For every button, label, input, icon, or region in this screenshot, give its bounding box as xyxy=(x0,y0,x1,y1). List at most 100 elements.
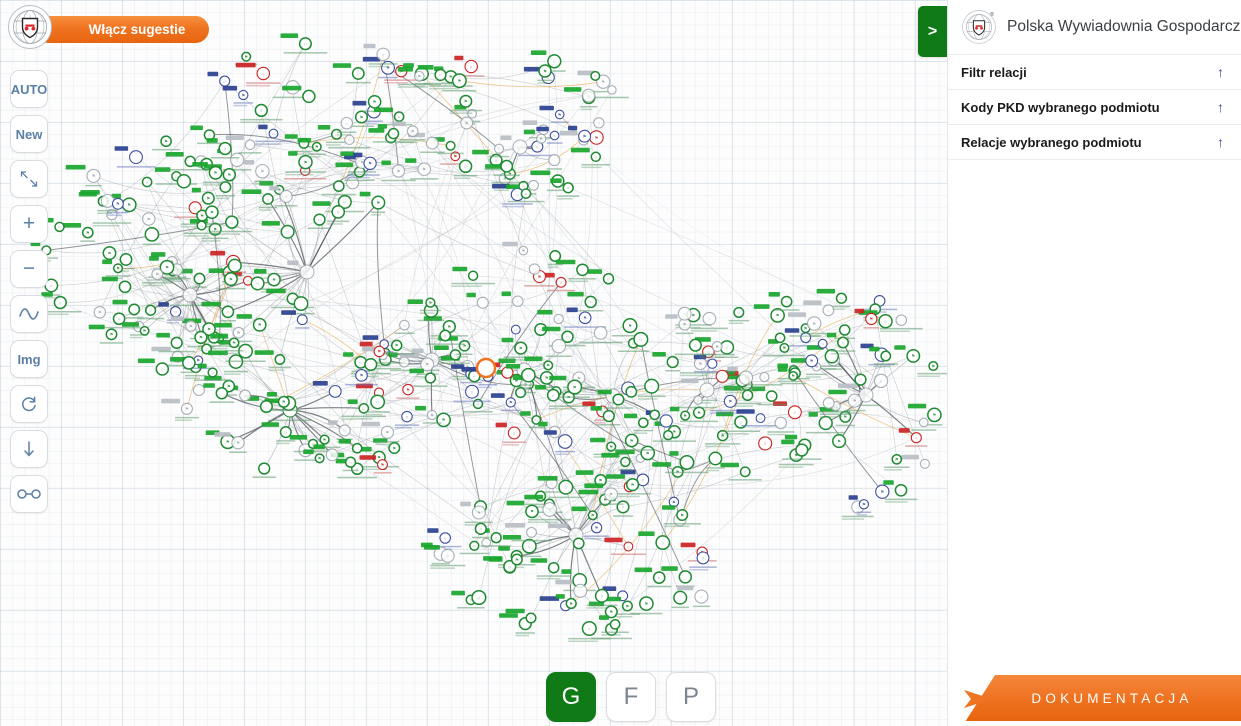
svg-text:⚑: ⚑ xyxy=(583,316,587,321)
svg-text:⚑: ⚑ xyxy=(911,354,915,359)
tool-edge-style-button[interactable] xyxy=(10,295,48,333)
svg-text:⚑: ⚑ xyxy=(164,139,168,144)
svg-text:⚑: ⚑ xyxy=(244,55,248,60)
svg-text:⚑: ⚑ xyxy=(165,265,169,270)
section-relacje[interactable]: Relacje wybranego podmiotu ↑ xyxy=(948,125,1241,160)
chevron-up-icon[interactable]: ↑ xyxy=(1217,99,1224,115)
section-relacje-label: Relacje wybranego podmiotu xyxy=(961,134,1142,150)
mode-f-button[interactable]: F xyxy=(606,672,656,722)
svg-text:○: ○ xyxy=(535,418,538,423)
svg-text:⚑: ⚑ xyxy=(447,324,451,329)
tool-download-button[interactable] xyxy=(10,430,48,468)
svg-text:⚑: ⚑ xyxy=(853,399,857,404)
svg-text:○: ○ xyxy=(922,420,925,425)
svg-text:⚑: ⚑ xyxy=(601,80,605,85)
svg-text:⚑: ⚑ xyxy=(227,384,231,389)
svg-text:○: ○ xyxy=(589,300,592,305)
svg-text:⚑: ⚑ xyxy=(464,99,468,104)
svg-text:○: ○ xyxy=(624,460,627,465)
tool-refresh-button[interactable] xyxy=(10,385,48,423)
svg-text:⚑: ⚑ xyxy=(282,400,286,405)
svg-text:○: ○ xyxy=(553,133,556,138)
svg-text:○: ○ xyxy=(58,225,61,230)
svg-text:○: ○ xyxy=(525,191,528,196)
chevron-up-icon[interactable]: ↑ xyxy=(1217,134,1224,150)
svg-text:○: ○ xyxy=(770,394,773,399)
svg-text:⚑: ⚑ xyxy=(683,322,687,327)
section-kody-pkd[interactable]: Kody PKD wybranego podmiotu ↑ xyxy=(948,90,1241,125)
svg-text:○: ○ xyxy=(146,180,149,185)
svg-text:⚑: ⚑ xyxy=(515,557,519,562)
mode-p-button[interactable]: P xyxy=(666,672,716,722)
svg-text:○: ○ xyxy=(840,296,843,301)
tool-link-button[interactable] xyxy=(10,475,48,513)
svg-text:○: ○ xyxy=(708,317,711,322)
svg-text:○: ○ xyxy=(737,310,740,315)
svg-text:○: ○ xyxy=(834,404,837,409)
svg-text:⚑: ⚑ xyxy=(155,272,159,277)
svg-text:○: ○ xyxy=(915,436,918,441)
zoom-in-icon: + xyxy=(22,212,36,235)
documentation-button[interactable]: DOKUMENTACJA xyxy=(948,670,1241,726)
section-filtr-relacji[interactable]: Filtr relacji ↑ xyxy=(948,55,1241,90)
graph-canvas[interactable]: ○ ⚑ ○ ⚑ ○ ○ ○ ⚑ ○ ○ ○ ○ ○ ○ ⚑ ⚑ ⚑ ○ ⚑ ○ ⚑ ⚑ ⚑ ⚑ ○ ○ ⚑ ○ ○ ⚑ ⚑ ○ ○ ○ ⚑ ⚑ ○ ⚑ ○ ○… xyxy=(0,0,947,726)
svg-text:⚑: ⚑ xyxy=(521,248,525,253)
svg-text:○: ○ xyxy=(471,390,474,395)
svg-text:○: ○ xyxy=(464,164,467,169)
svg-text:⚑: ⚑ xyxy=(595,526,599,531)
pwg-globe-shield-logo[interactable] xyxy=(7,4,53,50)
svg-text:⚑: ⚑ xyxy=(543,69,547,74)
tool-zoom-in-button[interactable]: + xyxy=(10,205,48,243)
svg-text:○: ○ xyxy=(821,342,824,347)
svg-text:⚑: ⚑ xyxy=(189,324,193,329)
svg-text:○: ○ xyxy=(444,333,447,338)
svg-text:○: ○ xyxy=(272,131,275,136)
tool-zoom-out-button[interactable]: − xyxy=(10,250,48,288)
svg-text:⚑: ⚑ xyxy=(880,490,884,495)
svg-text:⚑: ⚑ xyxy=(530,509,534,514)
svg-text:⚑: ⚑ xyxy=(91,174,95,179)
svg-text:⚑: ⚑ xyxy=(214,171,218,176)
enable-suggestions-button[interactable]: Włącz sugestie xyxy=(35,16,209,43)
svg-text:○: ○ xyxy=(539,327,542,332)
image-export-icon: Img xyxy=(17,351,41,367)
svg-text:⚑: ⚑ xyxy=(644,601,648,606)
tool-auto-button[interactable]: AUTO xyxy=(10,70,48,108)
svg-text:⚑: ⚑ xyxy=(524,382,528,387)
svg-text:○: ○ xyxy=(285,194,288,199)
svg-text:○: ○ xyxy=(224,146,227,151)
panel-collapse-toggle[interactable]: > xyxy=(918,6,947,57)
wave-curve-icon xyxy=(17,305,41,323)
svg-text:○: ○ xyxy=(550,481,553,486)
relation-network-graph[interactable]: ○ ⚑ ○ ⚑ ○ ○ ○ ⚑ ○ ○ ○ ○ ○ ○ ⚑ ⚑ ⚑ ○ ⚑ ○ ⚑ ⚑ ⚑ ⚑ ○ ○ ⚑ ○ ○ ⚑ ⚑ ○ ○ ○ ⚑ ⚑ ○ ⚑ ○ ○… xyxy=(0,0,947,726)
svg-text:⚑: ⚑ xyxy=(537,274,541,279)
tool-new-label: New xyxy=(15,126,43,142)
svg-text:○: ○ xyxy=(527,373,530,378)
mode-g-button[interactable]: G xyxy=(546,672,596,722)
tool-fit-button[interactable] xyxy=(10,160,48,198)
svg-text:○: ○ xyxy=(337,210,340,215)
svg-text:○: ○ xyxy=(260,108,263,113)
page-title: Polska Wywiadownia Gospodarcza xyxy=(1007,18,1241,35)
svg-text:○: ○ xyxy=(627,544,630,549)
svg-text:⚑: ⚑ xyxy=(609,444,613,449)
svg-text:○: ○ xyxy=(382,52,385,57)
svg-text:⚑: ⚑ xyxy=(583,134,587,139)
suggest-label: Włącz sugestie xyxy=(88,22,186,37)
section-kody-pkd-label: Kody PKD wybranego podmiotu xyxy=(961,99,1160,115)
tool-new-button[interactable]: New xyxy=(10,115,48,153)
svg-text:○: ○ xyxy=(498,147,501,152)
chevron-up-icon[interactable]: ↑ xyxy=(1217,64,1224,80)
svg-text:⚑: ⚑ xyxy=(509,400,513,405)
download-arrow-icon xyxy=(20,439,38,459)
svg-text:○: ○ xyxy=(667,433,670,438)
tool-image-button[interactable]: Img xyxy=(10,340,48,378)
svg-text:⚑: ⚑ xyxy=(569,601,573,606)
svg-text:○: ○ xyxy=(470,64,473,69)
svg-text:○: ○ xyxy=(331,453,334,458)
svg-text:⚑: ⚑ xyxy=(318,456,322,461)
svg-text:⚑: ⚑ xyxy=(373,100,377,105)
svg-text:○: ○ xyxy=(522,184,525,189)
pwg-globe-shield-logo[interactable]: ® xyxy=(961,9,997,45)
svg-text:○: ○ xyxy=(552,393,555,398)
